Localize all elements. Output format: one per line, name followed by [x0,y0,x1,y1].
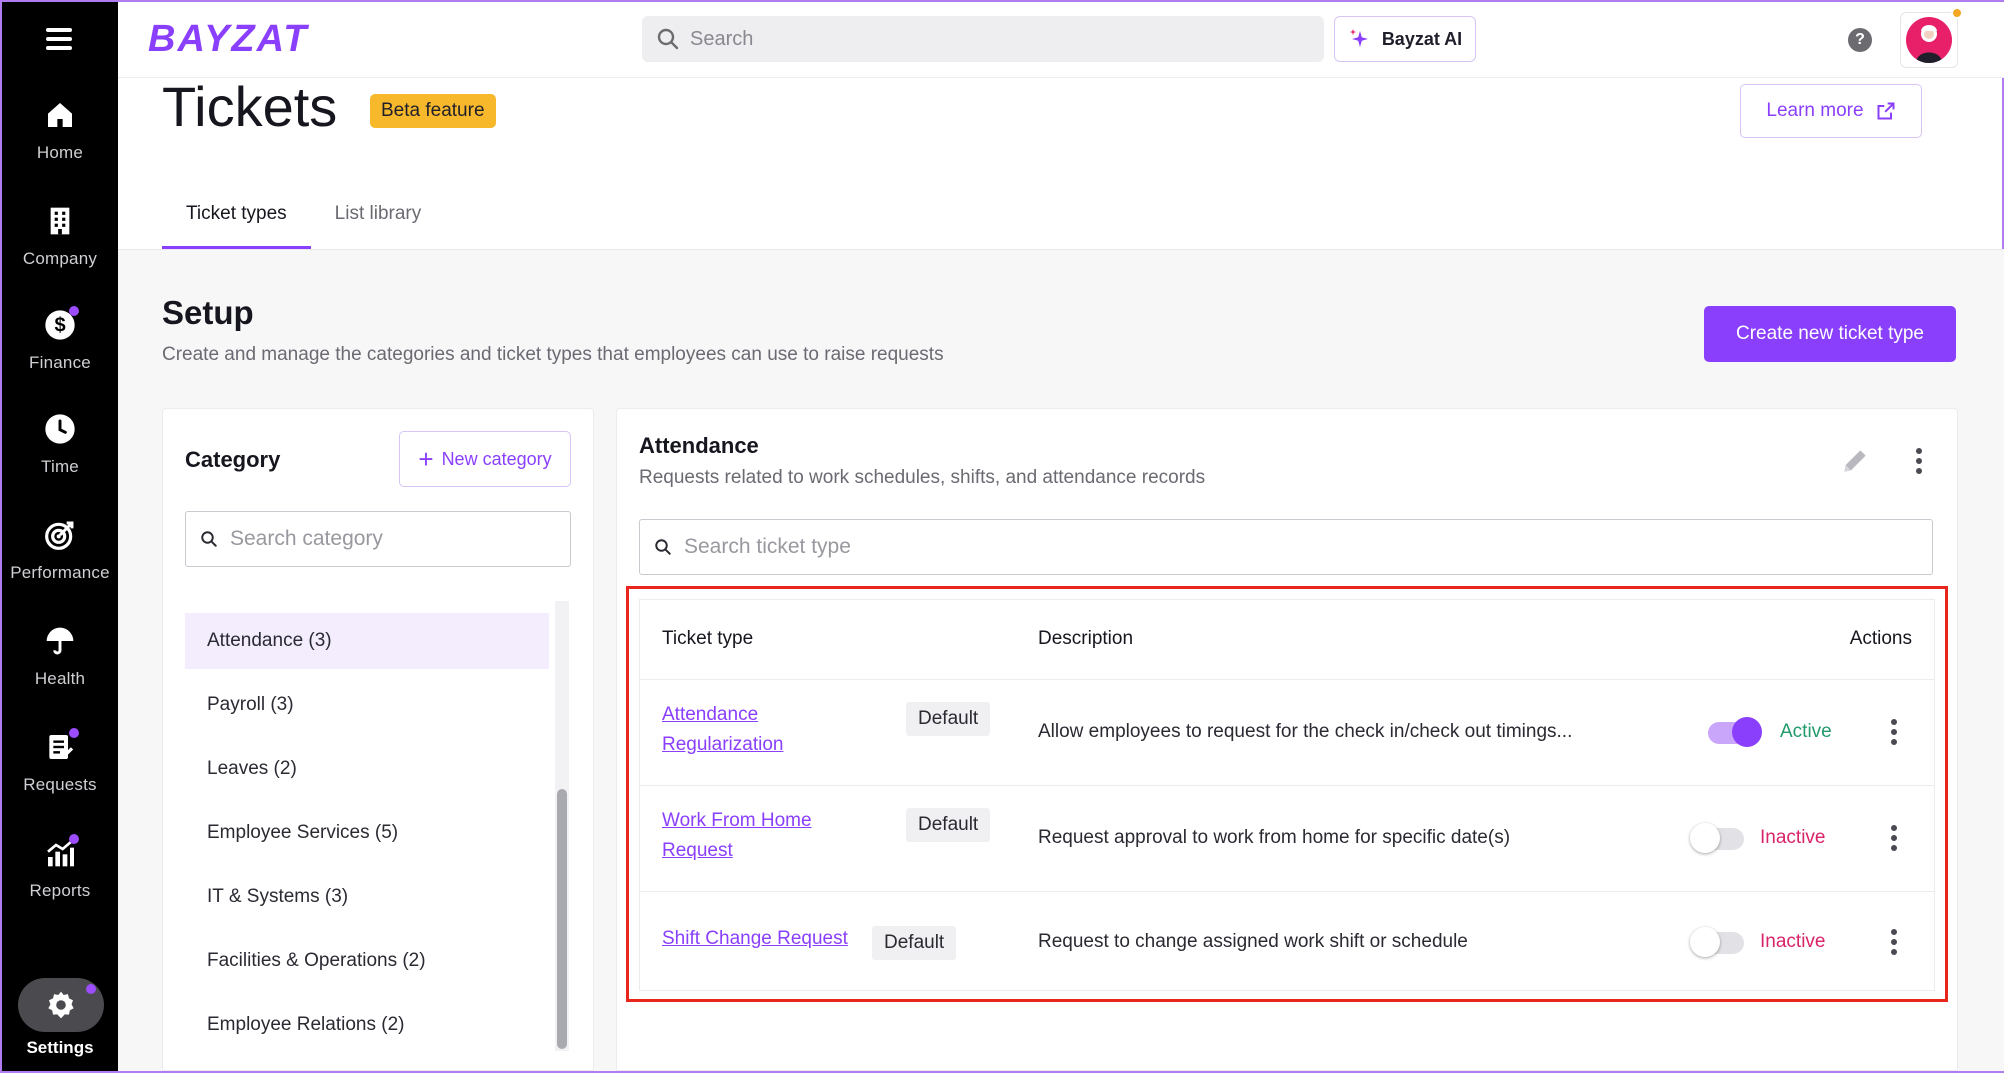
category-title: Category [185,447,281,472]
pencil-icon[interactable] [1839,445,1871,477]
ticket-panel-title: Attendance [639,433,759,458]
tab-ticket-types[interactable]: Ticket types [162,182,311,250]
nav-item-performance[interactable]: Performance [2,518,118,610]
category-search[interactable] [185,511,571,567]
bayzat-ai-button[interactable]: Bayzat AI [1334,16,1476,62]
nav-label: Time [41,457,79,476]
search-icon [657,28,679,50]
external-link-icon [1877,102,1895,120]
search-icon [201,531,217,547]
category-item-it-systems[interactable]: IT & Systems (3) [185,869,549,925]
setup-subtitle: Create and manage the categories and tic… [162,344,944,365]
category-scrollbar-thumb[interactable] [557,789,567,1049]
new-category-button[interactable]: + New category [399,431,571,487]
svg-text:$: $ [54,315,65,337]
left-nav: Home Company $ Finance Time Performance … [2,2,118,1071]
ticket-type-search-input[interactable] [684,535,1884,559]
avatar [1906,17,1952,63]
search-icon [655,539,671,555]
notification-dot [86,984,96,994]
nav-item-reports[interactable]: Reports [2,834,118,928]
user-avatar-button[interactable] [1900,7,1963,68]
category-item-attendance[interactable]: Attendance (3) [185,613,549,669]
nav-item-home[interactable]: Home [2,98,118,190]
tab-list-library[interactable]: List library [311,182,446,250]
notification-dot [69,728,79,738]
building-icon [43,204,77,238]
chart-icon [43,834,79,870]
target-icon [43,518,77,552]
nav-item-company[interactable]: Company [2,204,118,296]
nav-label: Requests [23,775,97,794]
notification-dot [69,834,79,844]
nav-label-settings: Settings [26,1038,94,1057]
learn-more-label: Learn more [1766,100,1864,121]
learn-more-button[interactable]: Learn more [1740,84,1922,138]
category-list: Attendance (3) Payroll (3) Leaves (2) Em… [185,613,549,1061]
bayzat-logo[interactable]: BAYZAT [148,18,308,61]
umbrella-icon [43,624,77,658]
bayzat-ai-label: Bayzat AI [1381,28,1463,49]
notification-dot [69,306,79,316]
clipboard-icon [43,728,79,764]
top-bar: BAYZAT Bayzat AI ? [118,2,2004,78]
dollar-icon: $ [43,306,79,342]
category-item-payroll[interactable]: Payroll (3) [185,677,549,733]
category-item-employee-services[interactable]: Employee Services (5) [185,805,549,861]
nav-item-health[interactable]: Health [2,624,118,716]
nav-item-settings[interactable] [18,978,104,1032]
gear-icon [48,991,74,1019]
nav-label: Health [34,669,86,688]
nav-label: Home [36,143,84,162]
clock-icon [43,412,77,446]
tab-bar: Ticket types List library [162,182,445,250]
nav-item-time[interactable]: Time [2,412,118,504]
create-ticket-type-button[interactable]: Create new ticket type [1704,306,1956,362]
ticket-panel-subtitle: Requests related to work schedules, shif… [639,467,1206,488]
page-title: Tickets [162,75,338,138]
new-category-label: New category [441,448,552,469]
highlight-box [626,586,1948,1002]
search-input[interactable] [690,27,1290,51]
nav-item-requests[interactable]: Requests [2,728,118,822]
avatar-status-dot [1951,7,1963,19]
menu-icon[interactable] [46,28,72,50]
category-item-facilities-operations[interactable]: Facilities & Operations (2) [185,933,549,989]
help-icon[interactable]: ? [1848,28,1872,52]
category-more-icon[interactable] [1909,447,1929,475]
setup-title: Setup [162,294,254,331]
category-search-input[interactable] [230,527,550,551]
nav-label: Performance [10,563,110,582]
category-panel: Category + New category Attendance (3) P… [162,408,594,1071]
category-item-employee-relations[interactable]: Employee Relations (2) [185,997,549,1053]
nav-label: Company [22,249,98,268]
home-icon [43,98,77,132]
beta-badge: Beta feature [370,94,496,128]
plus-icon: + [418,444,434,474]
category-item-leaves[interactable]: Leaves (2) [185,741,549,797]
nav-label: Reports [29,881,91,900]
ticket-type-search[interactable] [639,519,1933,575]
nav-item-finance[interactable]: $ Finance [2,306,118,400]
global-search[interactable] [642,16,1324,62]
nav-label: Finance [29,353,91,372]
sparkle-icon [1349,29,1368,47]
